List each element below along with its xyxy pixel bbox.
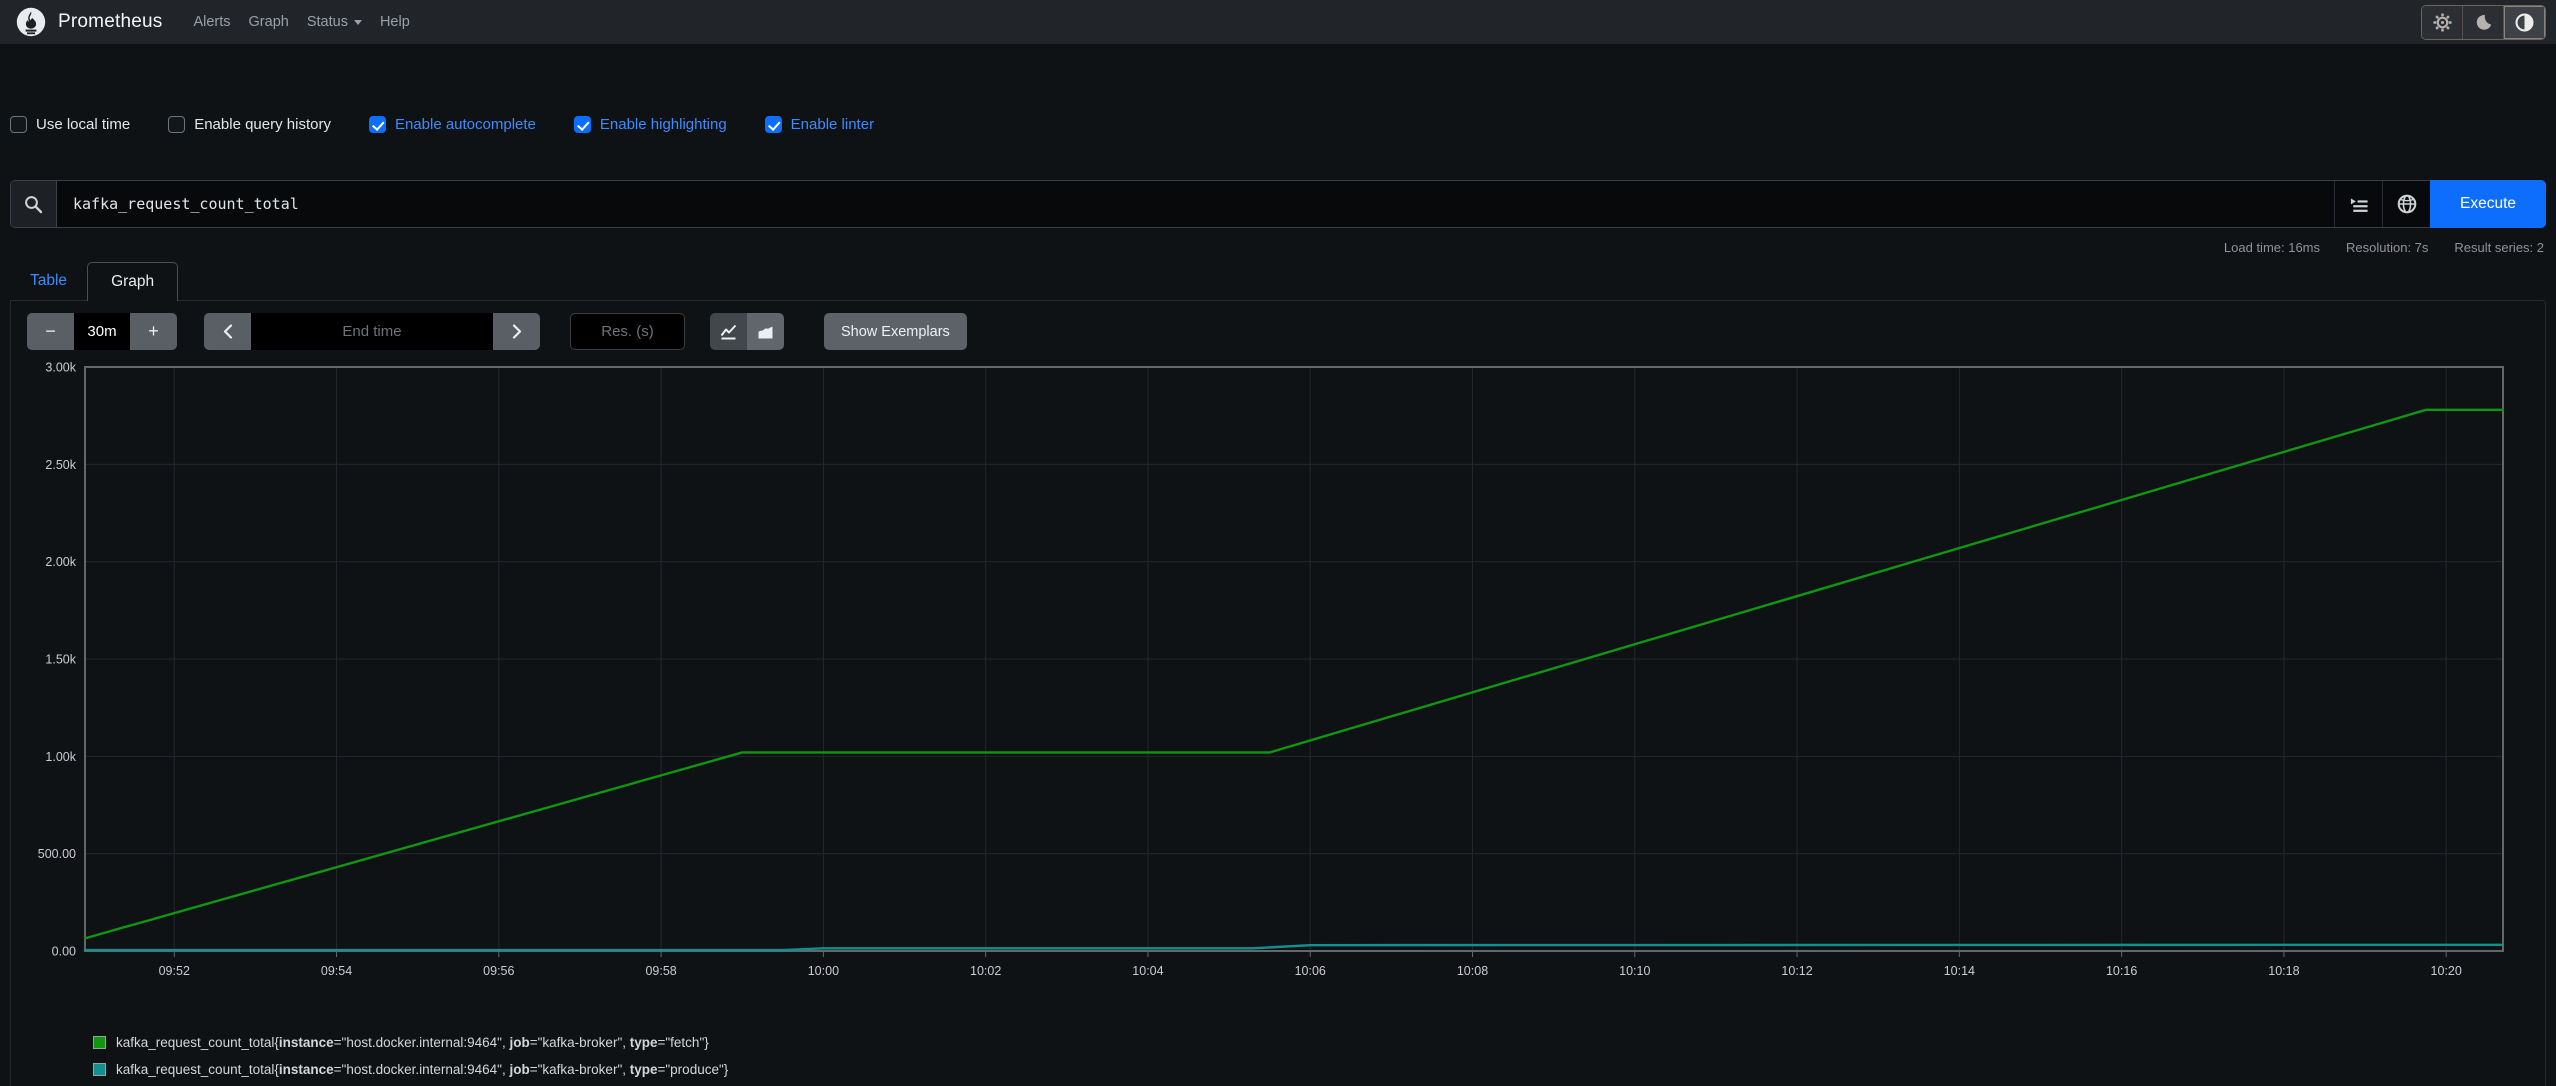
graph-legend: kafka_request_count_total{instance="host… <box>93 1029 2529 1086</box>
moon-icon <box>2476 14 2492 30</box>
x-axis-tick-label: 10:20 <box>2431 964 2462 978</box>
range-control: − + <box>27 313 177 350</box>
range-input[interactable] <box>74 313 130 350</box>
search-icon <box>25 195 43 213</box>
y-axis-tick-label: 2.50k <box>45 458 76 472</box>
query-options-row: Use local time Enable query history Enab… <box>0 44 2556 158</box>
query-expression-input[interactable] <box>57 181 2334 227</box>
graph-panel: − + <box>10 300 2546 1086</box>
panel-tabs: Table Graph <box>10 258 2546 301</box>
y-axis-tick-label: 2.00k <box>45 555 76 569</box>
tab-table[interactable]: Table <box>10 262 87 300</box>
nav-status-dropdown[interactable]: Status <box>298 14 371 30</box>
gear-icon <box>2432 12 2452 32</box>
x-axis-tick-label: 10:08 <box>1457 964 1488 978</box>
chevron-left-icon <box>223 324 232 339</box>
x-axis-tick-label: 09:56 <box>483 964 514 978</box>
x-axis-tick-label: 10:06 <box>1295 964 1326 978</box>
theme-dark-button[interactable] <box>2463 5 2504 39</box>
x-axis-tick-label: 10:02 <box>970 964 1001 978</box>
x-axis-tick-label: 10:16 <box>2106 964 2137 978</box>
main-nav: Alerts Graph Status Help <box>184 14 418 30</box>
checkbox-checked[interactable] <box>573 115 591 133</box>
x-axis-tick-label: 09:52 <box>159 964 190 978</box>
x-axis-tick-label: 10:12 <box>1781 964 1812 978</box>
increase-range-button[interactable]: + <box>130 313 177 350</box>
legend-series-label: kafka_request_count_total{instance="host… <box>116 1062 729 1077</box>
brand[interactable]: Prometheus <box>16 7 162 37</box>
line-chart-button[interactable] <box>710 313 747 350</box>
y-axis-tick-label: 1.50k <box>45 653 76 667</box>
option-enable-autocomplete[interactable]: Enable autocomplete <box>368 115 536 133</box>
x-axis-tick-label: 09:54 <box>321 964 352 978</box>
prometheus-logo <box>16 7 46 37</box>
half-circle-icon <box>2515 12 2534 32</box>
decrease-range-button[interactable]: − <box>27 313 74 350</box>
navbar: Prometheus Alerts Graph Status Help <box>0 0 2556 44</box>
query-stats: Load time: 16ms Resolution: 7s Result se… <box>0 228 2556 258</box>
stacked-chart-icon <box>758 326 773 338</box>
tab-graph[interactable]: Graph <box>87 262 179 301</box>
load-time: Load time: 16ms <box>2223 240 2321 255</box>
graph-canvas[interactable]: 0.00 500.00 1.00k 1.50k 2.00k 2.50k 3.00k 09:52… <box>27 359 2529 1004</box>
chevron-down-icon <box>353 19 362 25</box>
end-time-input[interactable] <box>251 313 493 350</box>
series-line-1[interactable] <box>83 943 2505 952</box>
graph-controls: − + <box>27 313 2529 350</box>
line-chart-icon <box>720 324 737 339</box>
x-axis-tick-label: 10:14 <box>1944 964 1975 978</box>
y-axis-tick-label: 3.00k <box>45 361 76 375</box>
resolution: Resolution: 7s <box>2346 240 2429 255</box>
legend-item[interactable]: kafka_request_count_total{instance="host… <box>93 1056 2529 1083</box>
axis-labels: 0.00 500.00 1.00k 1.50k 2.00k 2.50k 3.00k 09:52… <box>38 361 2462 979</box>
y-axis-tick-label: 500.00 <box>38 847 76 861</box>
legend-swatch <box>93 1063 106 1076</box>
checkbox-checked[interactable] <box>368 115 386 133</box>
chart-type-toggle <box>710 313 784 350</box>
nav-alerts[interactable]: Alerts <box>184 14 239 30</box>
globe-icon <box>2397 194 2416 214</box>
checkbox-checked[interactable] <box>764 115 782 133</box>
result-series: Result series: 2 <box>2454 240 2544 255</box>
metrics-explorer-icon <box>2350 198 2368 212</box>
legend-series-label: kafka_request_count_total{instance="host… <box>116 1035 709 1050</box>
theme-auto-button[interactable] <box>2504 5 2545 39</box>
x-axis-tick-label: 10:00 <box>808 964 839 978</box>
execute-button[interactable]: Execute <box>2430 180 2546 228</box>
show-exemplars-button[interactable]: Show Exemplars <box>824 313 967 350</box>
theme-toggle-group <box>2421 4 2546 40</box>
checkbox-unchecked[interactable] <box>10 115 27 133</box>
y-axis-tick-label: 0.00 <box>52 945 76 959</box>
y-axis-tick-label: 1.00k <box>45 750 76 764</box>
time-back-button[interactable] <box>204 313 251 350</box>
app-title: Prometheus <box>58 11 163 32</box>
theme-light-button[interactable] <box>2422 5 2463 39</box>
metrics-explorer-button[interactable] <box>2334 181 2382 227</box>
option-use-local-time[interactable]: Use local time <box>10 115 130 133</box>
option-enable-linter[interactable]: Enable linter <box>764 115 874 133</box>
resolution-input[interactable] <box>570 313 685 350</box>
stacked-chart-button[interactable] <box>747 313 784 350</box>
chevron-right-icon <box>512 324 521 339</box>
option-enable-query-history[interactable]: Enable query history <box>168 115 331 133</box>
checkbox-unchecked[interactable] <box>168 115 186 133</box>
explain-query-button[interactable] <box>2382 181 2430 227</box>
nav-help[interactable]: Help <box>371 14 419 30</box>
option-enable-highlighting[interactable]: Enable highlighting <box>573 115 727 133</box>
x-axis-tick-label: 09:58 <box>645 964 676 978</box>
query-bar: Execute <box>10 180 2546 228</box>
x-axis-tick-label: 10:04 <box>1132 964 1163 978</box>
legend-item[interactable]: kafka_request_count_total{instance="host… <box>93 1029 2529 1056</box>
time-forward-button[interactable] <box>493 313 540 350</box>
query-search-addon <box>11 181 57 227</box>
x-axis-tick-label: 10:18 <box>2268 964 2299 978</box>
end-time-control <box>204 313 540 350</box>
grid-lines <box>85 366 2503 957</box>
legend-swatch <box>93 1036 106 1049</box>
series-line-0[interactable] <box>83 408 2505 940</box>
nav-graph[interactable]: Graph <box>240 14 298 30</box>
x-axis-tick-label: 10:10 <box>1619 964 1650 978</box>
